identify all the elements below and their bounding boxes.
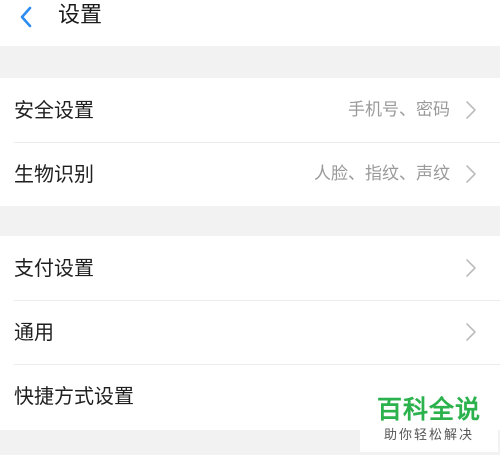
chevron-right-icon xyxy=(466,165,476,183)
chevron-right-icon xyxy=(466,259,476,277)
payment-settings-item[interactable]: 支付设置 xyxy=(0,236,500,300)
list-item-label: 快捷方式设置 xyxy=(14,384,134,408)
general-item[interactable]: 通用 xyxy=(0,300,500,364)
chevron-left-icon xyxy=(20,6,32,28)
list-item-value: 人脸、指纹、声纹 xyxy=(314,164,450,184)
watermark: 百科全说 助你轻松解决 xyxy=(360,386,498,452)
list-item-value: 手机号、密码 xyxy=(348,100,450,120)
watermark-subtitle: 助你轻松解决 xyxy=(383,428,474,443)
page-title: 设置 xyxy=(58,3,103,28)
biometrics-item[interactable]: 生物识别 人脸、指纹、声纹 xyxy=(0,142,500,206)
back-button[interactable] xyxy=(6,0,46,34)
settings-group-security: 安全设置 手机号、密码 生物识别 人脸、指纹、声纹 xyxy=(0,78,500,206)
security-settings-item[interactable]: 安全设置 手机号、密码 xyxy=(0,78,500,142)
list-item-label: 通用 xyxy=(14,320,54,344)
list-item-label: 安全设置 xyxy=(14,98,94,122)
list-item-label: 生物识别 xyxy=(14,162,94,186)
list-item-label: 支付设置 xyxy=(14,256,94,280)
watermark-title: 百科全说 xyxy=(376,395,481,424)
chevron-right-icon xyxy=(466,323,476,341)
chevron-right-icon xyxy=(466,101,476,119)
nav-bar: 设置 xyxy=(0,0,500,46)
